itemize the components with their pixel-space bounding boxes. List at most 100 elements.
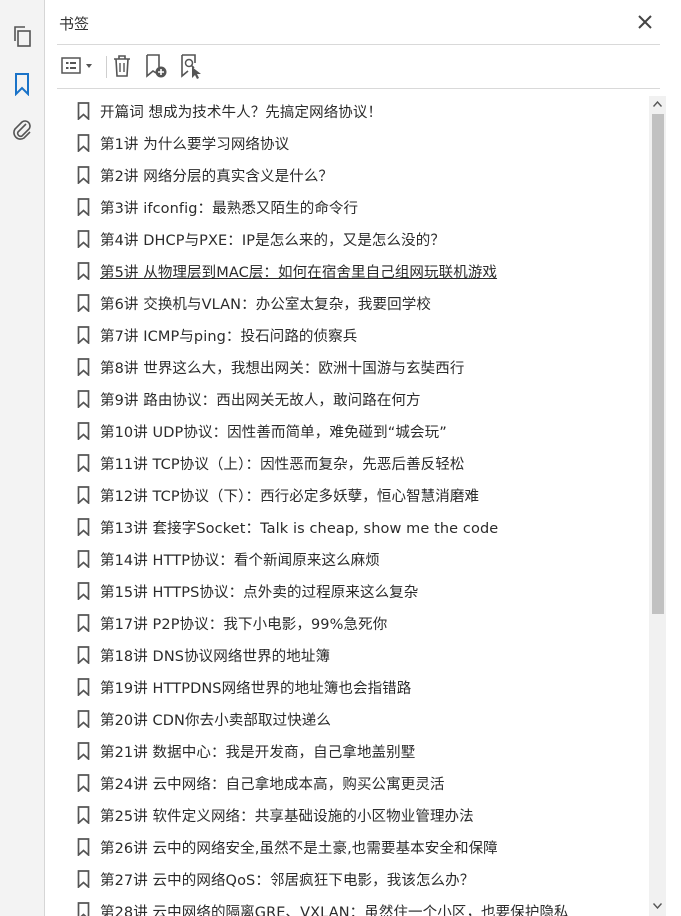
bookmark-label: 第11讲 TCP协议（上）：因性恶而复杂，先恶后善反轻松: [100, 457, 465, 473]
panel-title: 书签: [59, 15, 90, 33]
bookmark-item[interactable]: 第19讲 HTTPDNS网络世界的地址簿也会指错路: [59, 672, 653, 702]
bookmark-item[interactable]: 第5讲 从物理层到MAC层：如何在宿舍里自己组网玩联机游戏: [59, 256, 653, 286]
bookmark-icon: [77, 646, 90, 664]
bookmark-item[interactable]: 第24讲 云中网络：自己拿地成本高，购买公寓更灵活: [59, 768, 653, 798]
bookmark-icon: [77, 262, 90, 280]
scrollbar-thumb[interactable]: [652, 114, 664, 614]
bookmark-item[interactable]: 第18讲 DNS协议网络世界的地址簿: [59, 640, 653, 670]
bookmark-list: 开篇词 想成为技术牛人？先搞定网络协议！ 第1讲 为什么要学习网络协议第2讲 网络…: [59, 96, 653, 916]
bookmark-label: 第4讲 DHCP与PXE：IP是怎么来的，又是怎么没的？: [100, 233, 445, 249]
bookmark-item[interactable]: 第10讲 UDP协议：因性善而简单，难免碰到“城会玩”: [59, 416, 653, 446]
bookmark-item[interactable]: 第2讲 网络分层的真实含义是什么？: [59, 160, 653, 190]
bookmark-item[interactable]: 第21讲 数据中心：我是开发商，自己拿地盖别墅: [59, 736, 653, 766]
bookmark-icon: [77, 518, 90, 536]
navigation-rail: [0, 0, 45, 916]
close-icon[interactable]: [635, 12, 655, 32]
bookmark-label: 第21讲 数据中心：我是开发商，自己拿地盖别墅: [100, 745, 416, 761]
bookmark-item[interactable]: 第17讲 P2P协议：我下小电影，99%急死你: [59, 608, 653, 638]
bookmark-label: 第2讲 网络分层的真实含义是什么？: [100, 169, 334, 185]
bookmark-icon: [77, 198, 90, 216]
bookmark-label: 第25讲 软件定义网络：共享基础设施的小区物业管理办法: [100, 809, 474, 825]
bookmark-icon: [77, 454, 90, 472]
bookmark-icon: [77, 230, 90, 248]
bookmark-icon: [77, 134, 90, 152]
bookmark-label: 第9讲 路由协议：西出网关无故人，敢问路在何方: [100, 393, 421, 409]
delete-bookmark-button[interactable]: [109, 52, 135, 80]
bookmark-item[interactable]: 第13讲 套接字Socket：Talk is cheap, show me th…: [59, 512, 653, 542]
bookmark-label: 第15讲 HTTPS协议：点外卖的过程原来这么复杂: [100, 585, 419, 601]
trash-icon: [114, 55, 130, 77]
bookmark-icon: [77, 902, 90, 916]
bookmark-icon: [77, 550, 90, 568]
bookmark-label: 第10讲 UDP协议：因性善而简单，难免碰到“城会玩”: [100, 425, 447, 441]
bookmark-item[interactable]: 第28讲 云中网络的隔离GRE、VXLAN：虽然住一个小区，也要保护隐私: [59, 896, 653, 916]
bookmark-icon: [77, 166, 90, 184]
bookmark-label: 第26讲 云中的网络安全,虽然不是土豪,也需要基本安全和保障: [100, 841, 498, 857]
bookmark-icon: [77, 358, 90, 376]
bookmark-label: 第20讲 CDN你去小卖部取过快递么: [100, 713, 331, 729]
bookmark-icon: [77, 582, 90, 600]
bookmark-icon: [77, 102, 90, 120]
bookmark-item[interactable]: 第26讲 云中的网络安全,虽然不是土豪,也需要基本安全和保障: [59, 832, 653, 862]
bookmark-icon: [77, 678, 90, 696]
bookmark-item[interactable]: 第12讲 TCP协议（下）：西行必定多妖孽，恒心智慧消磨难: [59, 480, 653, 510]
bookmark-item[interactable]: 第3讲 ifconfig：最熟悉又陌生的命令行: [59, 192, 653, 222]
scrollbar[interactable]: [649, 96, 666, 916]
bookmarks-icon[interactable]: [8, 70, 36, 98]
find-bookmark-button[interactable]: [177, 52, 205, 80]
bookmark-label: 第27讲 云中的网络QoS：邻居疯狂下电影，我该怎么办？: [100, 873, 475, 889]
toolbar-divider: [106, 56, 107, 78]
bookmark-label: 第17讲 P2P协议：我下小电影，99%急死你: [100, 617, 388, 633]
title-divider: [57, 44, 660, 45]
bookmark-icon: [77, 294, 90, 312]
bookmark-label: 开篇词 想成为技术牛人？先搞定网络协议！: [100, 105, 383, 121]
bookmark-label: 第28讲 云中网络的隔离GRE、VXLAN：虽然住一个小区，也要保护隐私: [100, 905, 569, 916]
bookmarks-panel: 书签 开篇词 想成为技术牛人？先搞定网络协议！ 第1讲 为什么要学习网络协议 第…: [45, 0, 681, 916]
bookmark-item[interactable]: 第9讲 路由协议：西出网关无故人，敢问路在何方: [59, 384, 653, 414]
bookmark-label: 第6讲 交换机与VLAN：办公室太复杂，我要回学校: [100, 297, 431, 313]
find-bookmark-icon: [181, 54, 201, 79]
new-bookmark-button[interactable]: [142, 52, 170, 80]
bookmark-label: 第1讲 为什么要学习网络协议: [100, 137, 290, 153]
bookmark-icon: [77, 422, 90, 440]
bookmark-item[interactable]: 第20讲 CDN你去小卖部取过快递么: [59, 704, 653, 734]
bookmark-icon: [77, 838, 90, 856]
list-options-button[interactable]: [57, 52, 97, 80]
bookmark-label: 第12讲 TCP协议（下）：西行必定多妖孽，恒心智慧消磨难: [100, 489, 480, 505]
bookmark-item[interactable]: 第7讲 ICMP与ping：投石问路的侦察兵: [59, 320, 653, 350]
bookmark-label: 第7讲 ICMP与ping：投石问路的侦察兵: [100, 329, 358, 345]
bookmark-icon: [77, 742, 90, 760]
bookmark-label: 第19讲 HTTPDNS网络世界的地址簿也会指错路: [100, 681, 412, 697]
bookmark-label: 第8讲 世界这么大，我想出网关：欧洲十国游与玄奘西行: [100, 361, 465, 377]
bookmark-icon: [77, 774, 90, 792]
bookmark-item[interactable]: 第25讲 软件定义网络：共享基础设施的小区物业管理办法: [59, 800, 653, 830]
bookmark-label: 第13讲 套接字Socket：Talk is cheap, show me th…: [100, 521, 499, 537]
bookmark-label: 第3讲 ifconfig：最熟悉又陌生的命令行: [100, 201, 359, 217]
bookmark-label: 第18讲 DNS协议网络世界的地址簿: [100, 649, 331, 665]
bookmark-icon: [77, 614, 90, 632]
bookmark-item[interactable]: 第27讲 云中的网络QoS：邻居疯狂下电影，我该怎么办？: [59, 864, 653, 894]
bookmark-item[interactable]: 第14讲 HTTP协议：看个新闻原来这么麻烦: [59, 544, 653, 574]
bookmark-icon: [77, 870, 90, 888]
page-thumbnails-icon[interactable]: [8, 22, 36, 50]
bookmark-item[interactable]: 第6讲 交换机与VLAN：办公室太复杂，我要回学校: [59, 288, 653, 318]
bookmark-icon: [77, 710, 90, 728]
new-bookmark-icon: [146, 54, 167, 78]
bookmark-label: 第14讲 HTTP协议：看个新闻原来这么麻烦: [100, 553, 380, 569]
bookmark-icon: [77, 806, 90, 824]
scroll-up-icon[interactable]: [649, 96, 666, 112]
bookmark-item[interactable]: 第15讲 HTTPS协议：点外卖的过程原来这么复杂: [59, 576, 653, 606]
attachments-icon[interactable]: [8, 116, 36, 144]
bookmark-label: 第5讲 从物理层到MAC层：如何在宿舍里自己组网玩联机游戏: [100, 265, 498, 281]
bookmark-item[interactable]: 第4讲 DHCP与PXE：IP是怎么来的，又是怎么没的？: [59, 224, 653, 254]
bookmark-item[interactable]: 第8讲 世界这么大，我想出网关：欧洲十国游与玄奘西行: [59, 352, 653, 382]
bookmark-icon: [77, 326, 90, 344]
bookmark-icon: [77, 486, 90, 504]
bookmark-item[interactable]: 第1讲 为什么要学习网络协议: [59, 128, 653, 158]
scroll-down-icon[interactable]: [649, 898, 666, 914]
toolbar-divider-bottom: [57, 88, 660, 89]
bookmark-icon: [77, 390, 90, 408]
bookmark-item[interactable]: 开篇词 想成为技术牛人？先搞定网络协议！: [59, 96, 653, 126]
bookmark-item[interactable]: 第11讲 TCP协议（上）：因性恶而复杂，先恶后善反轻松: [59, 448, 653, 478]
bookmark-label: 第24讲 云中网络：自己拿地成本高，购买公寓更灵活: [100, 777, 445, 793]
